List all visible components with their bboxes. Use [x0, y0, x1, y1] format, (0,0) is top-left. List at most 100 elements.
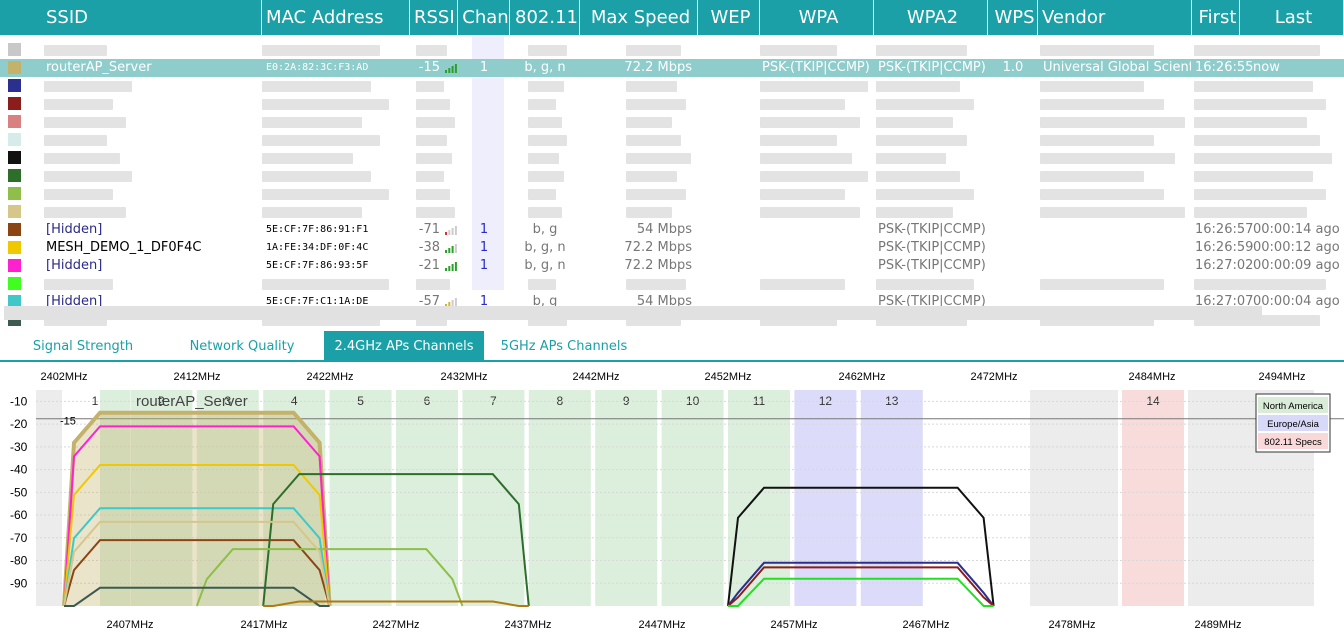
table-row[interactable]	[0, 113, 1344, 131]
column-header-rssi[interactable]: RSSI	[410, 0, 458, 35]
table-row[interactable]	[0, 185, 1344, 203]
redacted-cell	[528, 135, 568, 146]
column-header-wpa2[interactable]: WPA2	[874, 0, 988, 35]
channel-band-5	[329, 390, 392, 606]
tab-2-4ghz-aps-channels[interactable]: 2.4GHz APs Channels	[324, 331, 484, 362]
first-seen-cell: 16:26:55	[1195, 60, 1253, 75]
redacted-cell	[416, 207, 456, 218]
network-color-swatch	[8, 151, 21, 164]
first-seen-cell: 16:26:57	[1195, 222, 1253, 237]
first-seen-cell: 16:27:02	[1195, 258, 1253, 273]
last-seen-cell: now	[1253, 60, 1280, 75]
table-row[interactable]: MESH_DEMO_1_DF0F4C 1A:FE:34:DF:0F:4C -38 1 b…	[0, 239, 1344, 257]
redacted-cell	[1244, 117, 1307, 128]
table-row[interactable]: [Hidden] 5E:CF:7F:86:91:F1 -71 1 b, g 54 Mbps…	[0, 221, 1344, 239]
chan-cell: 1	[479, 240, 489, 255]
vendor-cell: Universal Global Scientif	[1043, 60, 1191, 75]
redacted-cell	[760, 117, 861, 128]
table-row[interactable]	[0, 275, 1344, 293]
redacted-cell	[1040, 207, 1186, 218]
redacted-cell	[1040, 135, 1154, 146]
last-seen-cell: 00:00:09 ago	[1253, 258, 1340, 273]
graph-tabs: Signal Strength Network Quality 2.4GHz APs…	[0, 331, 1344, 362]
table-row[interactable]: routerAP_Server E0:2A:82:3C:F3:AD -15 1 b, g…	[0, 59, 1344, 77]
network-color-swatch	[8, 223, 21, 236]
rssi-bars	[442, 221, 458, 239]
column-header-wps[interactable]: WPS	[988, 0, 1038, 35]
horizontal-scrollbar[interactable]	[4, 306, 1262, 320]
top-freq-label: 2484MHz	[1128, 371, 1175, 383]
network-color-swatch	[8, 259, 21, 272]
table-header: SSID MAC Address RSSI Chan 802.11 Max Speed WE…	[0, 0, 1344, 35]
column-header-mac-address[interactable]: MAC Address	[262, 0, 410, 35]
redacted-cell	[528, 45, 568, 56]
top-freq-label: 2412MHz	[173, 371, 220, 383]
table-row[interactable]	[0, 203, 1344, 221]
legend-label: 802.11 Specs	[1264, 437, 1322, 448]
unused-band	[36, 390, 62, 606]
redacted-cell	[44, 81, 133, 92]
table-row[interactable]	[0, 77, 1344, 95]
column-header-wpa[interactable]: WPA	[760, 0, 874, 35]
y-tick-label: -20	[10, 417, 28, 431]
network-color-swatch	[8, 97, 21, 110]
bottom-freq-label: 2489MHz	[1194, 619, 1241, 631]
column-header-wep[interactable]: WEP	[698, 0, 760, 35]
max-speed-cell: 54 Mbps	[636, 222, 692, 237]
mac-cell: E0:2A:82:3C:F3:AD	[266, 62, 369, 73]
tab-signal-strength[interactable]: Signal Strength	[4, 331, 162, 362]
top-freq-label: 2432MHz	[440, 371, 487, 383]
y-tick-label: -60	[10, 508, 28, 522]
redacted-cell	[44, 117, 126, 128]
redacted-cell	[416, 117, 456, 128]
standard-cell: b, g	[532, 222, 558, 237]
bottom-freq-label: 2457MHz	[770, 619, 817, 631]
y-tick-label: -40	[10, 463, 28, 477]
column-header-chan[interactable]: Chan	[458, 0, 510, 35]
column-header-802-11[interactable]: 802.11	[510, 0, 580, 35]
y-tick-label: -50	[10, 485, 28, 499]
channel-label-11: 11	[753, 394, 766, 408]
redacted-cell	[262, 189, 390, 200]
y-tick-label: -90	[10, 576, 28, 590]
redacted-cell	[760, 99, 845, 110]
redacted-cell	[262, 99, 390, 110]
redacted-cell	[1040, 81, 1144, 92]
redacted-cell	[876, 135, 967, 146]
top-freq-label: 2442MHz	[572, 371, 619, 383]
table-row[interactable]	[0, 95, 1344, 113]
bottom-freq-label: 2478MHz	[1048, 619, 1095, 631]
network-color-swatch	[8, 241, 21, 254]
redacted-cell	[876, 99, 974, 110]
table-row[interactable]	[0, 41, 1344, 59]
network-color-swatch	[8, 61, 21, 74]
redacted-cell	[262, 135, 381, 146]
column-header-last[interactable]: Last	[1240, 0, 1344, 35]
column-header-vendor[interactable]: Vendor	[1038, 0, 1192, 35]
tab-5ghz-aps-channels[interactable]: 5GHz APs Channels	[488, 331, 640, 362]
wifi-analyzer-window: SSID MAC Address RSSI Chan 802.11 Max Speed WE…	[0, 0, 1344, 641]
network-color-swatch	[8, 169, 21, 182]
redacted-cell	[416, 171, 444, 182]
redacted-cell	[44, 153, 120, 164]
selected-rssi-label: -15	[60, 416, 76, 428]
channel-band-8	[528, 390, 591, 606]
table-row[interactable]: [Hidden] 5E:CF:7F:86:93:5F -21 1 b, g, n 72.2…	[0, 257, 1344, 275]
table-row[interactable]	[0, 167, 1344, 185]
redacted-cell	[1244, 135, 1320, 146]
column-header-ssid[interactable]: SSID	[42, 0, 262, 35]
table-row[interactable]	[0, 131, 1344, 149]
redacted-cell	[262, 117, 363, 128]
redacted-cell	[528, 117, 562, 128]
tab-network-quality[interactable]: Network Quality	[162, 331, 322, 362]
signal-bars-icon	[445, 297, 457, 307]
redacted-cell	[1040, 45, 1154, 56]
redacted-cell	[1244, 189, 1326, 200]
signal-curve-routerap-server	[62, 410, 332, 607]
column-header-max-speed[interactable]: Max Speed	[580, 0, 698, 35]
redacted-cell	[760, 279, 845, 290]
rssi-bars	[442, 257, 458, 275]
column-header-first[interactable]: First	[1192, 0, 1240, 35]
wpa-cell: PSK-(TKIP|CCMP)	[762, 60, 870, 75]
table-row[interactable]	[0, 149, 1344, 167]
